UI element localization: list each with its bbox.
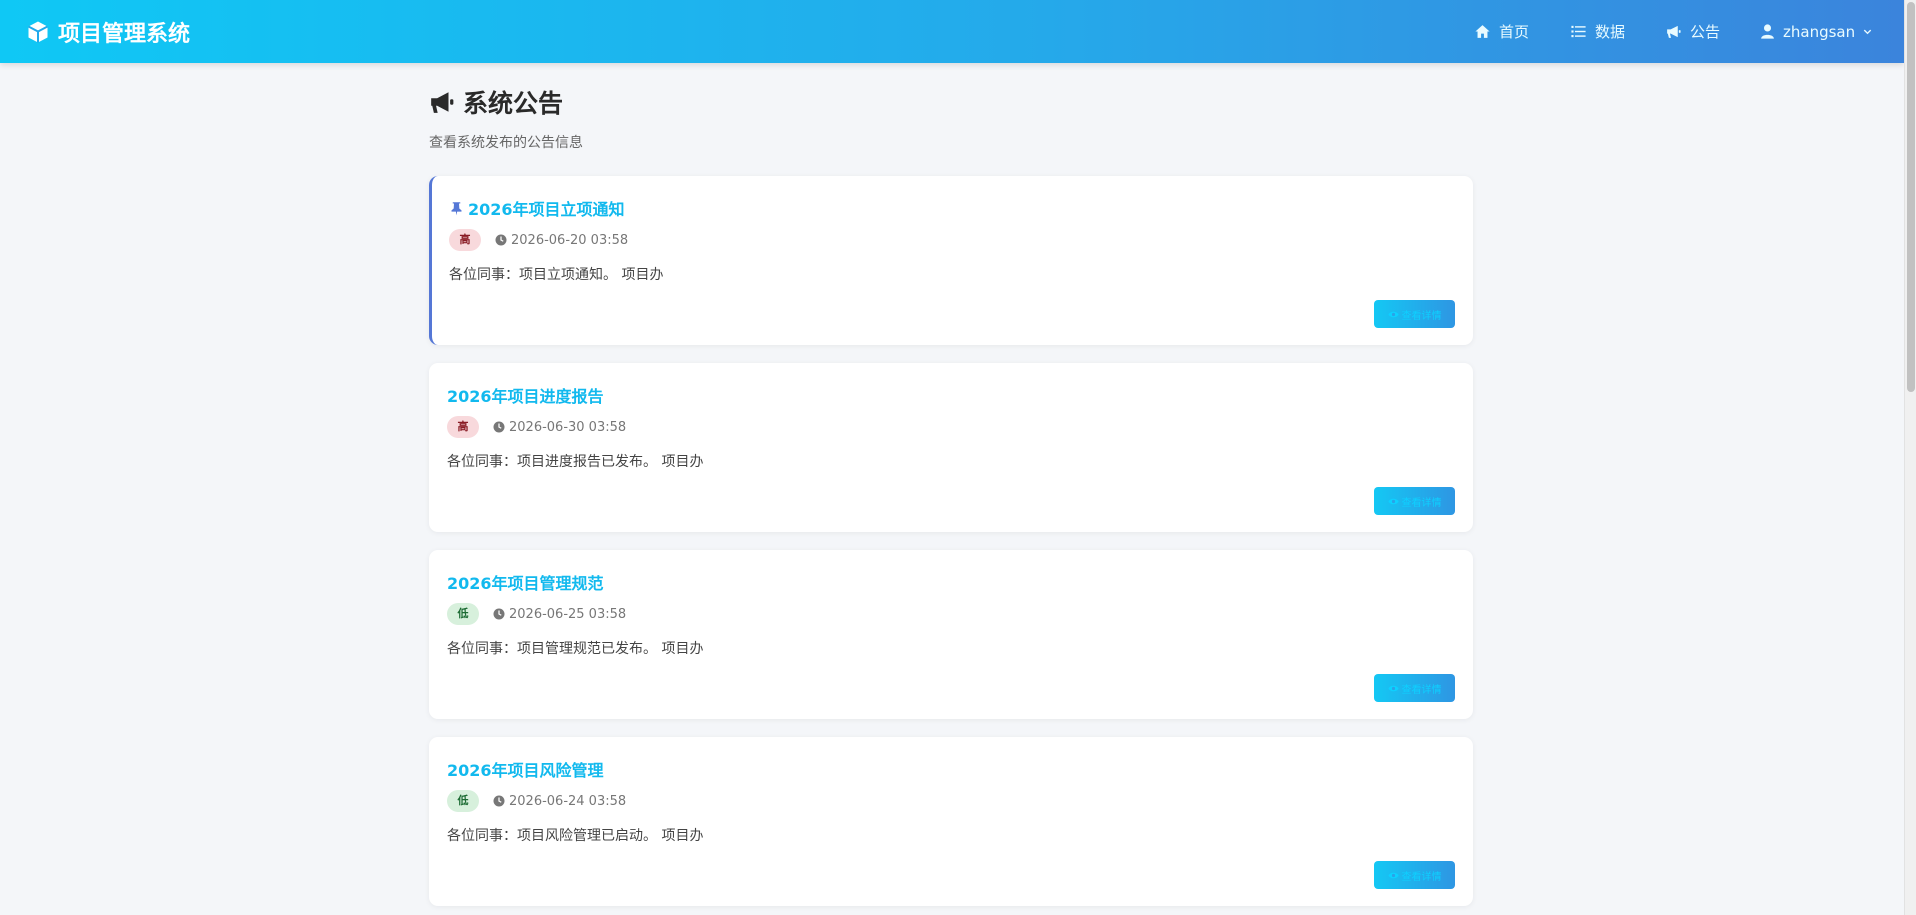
- brand-title: 项目管理系统: [58, 21, 191, 47]
- view-detail-button[interactable]: 查看详情: [1374, 674, 1455, 702]
- notice-title-text: 2026年项目管理规范: [447, 574, 604, 593]
- notice-date: 2026-06-25 03:58: [493, 607, 626, 622]
- page-title-text: 系统公告: [463, 89, 564, 118]
- notice-title-text: 2026年项目立项通知: [468, 200, 625, 219]
- view-detail-button[interactable]: 查看详情: [1374, 300, 1455, 328]
- vertical-scrollbar[interactable]: [1904, 0, 1916, 915]
- notice-title[interactable]: 2026年项目管理规范: [447, 570, 604, 594]
- priority-badge: 低: [447, 603, 479, 625]
- username: zhangsan: [1783, 22, 1856, 41]
- notice-date-text: 2026-06-25 03:58: [509, 606, 627, 622]
- notice-content: 各位同事：项目风险管理已启动。 项目办: [447, 828, 704, 844]
- home-icon: [1475, 25, 1490, 38]
- nav-notice-link[interactable]: 公告: [1665, 0, 1720, 63]
- notice-title[interactable]: 2026年项目风险管理: [447, 757, 604, 781]
- notice-card: 2026年项目风险管理 低 2026-06-24 03:58 各位同事：项目风险…: [429, 737, 1473, 906]
- notice-content: 各位同事：项目进度报告已发布。 项目办: [447, 454, 704, 470]
- notice-card: 2026年项目进度报告 高 2026-06-30 03:58 各位同事：项目进度…: [429, 363, 1473, 532]
- chevron-down-icon: [1863, 29, 1872, 35]
- notice-meta: 高 2026-06-30 03:58: [447, 416, 626, 438]
- user-menu[interactable]: zhangsan: [1759, 0, 1873, 63]
- page-subtitle: 查看系统发布的公告信息: [429, 135, 583, 151]
- notice-title-text: 2026年项目风险管理: [447, 761, 604, 780]
- priority-badge: 高: [449, 229, 481, 251]
- notice-content: 各位同事：项目立项通知。 项目办: [449, 267, 664, 283]
- page-title: 系统公告: [429, 84, 563, 120]
- nav-notice-label: 公告: [1690, 23, 1721, 41]
- cube-icon: [28, 21, 48, 42]
- user-icon: [1761, 24, 1774, 39]
- clock-icon: [493, 421, 505, 433]
- view-detail-button[interactable]: 查看详情: [1374, 861, 1455, 889]
- notice-date-text: 2026-06-24 03:58: [509, 793, 627, 809]
- clock-icon: [493, 608, 505, 620]
- top-navbar: 项目管理系统 首页 数据 公告 zhangsan: [0, 0, 1904, 63]
- notice-content: 各位同事：项目管理规范已发布。 项目办: [447, 641, 704, 657]
- list-icon: [1571, 25, 1586, 38]
- eye-icon: [1387, 685, 1399, 691]
- nav-data-label: 数据: [1595, 23, 1626, 41]
- brand[interactable]: 项目管理系统: [26, 0, 190, 63]
- view-detail-label: 查看详情: [1401, 684, 1442, 696]
- pin-icon: [451, 201, 462, 215]
- notice-title-text: 2026年项目进度报告: [447, 387, 604, 406]
- nav-home-link[interactable]: 首页: [1474, 0, 1529, 63]
- clock-icon: [493, 795, 505, 807]
- view-detail-label: 查看详情: [1401, 497, 1442, 509]
- nav-data-link[interactable]: 数据: [1570, 0, 1625, 63]
- view-detail-label: 查看详情: [1401, 871, 1442, 883]
- megaphone-icon: [431, 92, 454, 113]
- notice-date: 2026-06-20 03:58: [495, 233, 628, 248]
- scrollbar-thumb[interactable]: [1907, 2, 1915, 392]
- notice-card: 2026年项目立项通知 高 2026-06-20 03:58 各位同事：项目立项…: [429, 176, 1473, 345]
- eye-icon: [1387, 311, 1399, 317]
- notice-meta: 低 2026-06-24 03:58: [447, 790, 626, 812]
- eye-icon: [1387, 498, 1399, 504]
- notice-title[interactable]: 2026年项目进度报告: [447, 383, 604, 407]
- notice-title[interactable]: 2026年项目立项通知: [449, 196, 625, 220]
- priority-badge: 高: [447, 416, 479, 438]
- notice-card: 2026年项目管理规范 低 2026-06-25 03:58 各位同事：项目管理…: [429, 550, 1473, 719]
- notice-meta: 高 2026-06-20 03:58: [449, 229, 628, 251]
- notice-date-text: 2026-06-30 03:58: [509, 419, 627, 435]
- view-detail-button[interactable]: 查看详情: [1374, 487, 1455, 515]
- notice-meta: 低 2026-06-25 03:58: [447, 603, 626, 625]
- notice-date-text: 2026-06-20 03:58: [511, 232, 629, 248]
- nav-home-label: 首页: [1499, 23, 1530, 41]
- megaphone-icon: [1667, 25, 1681, 38]
- view-detail-label: 查看详情: [1401, 310, 1442, 322]
- notice-date: 2026-06-24 03:58: [493, 794, 626, 809]
- priority-badge: 低: [447, 790, 479, 812]
- clock-icon: [495, 234, 507, 246]
- eye-icon: [1387, 872, 1399, 878]
- notice-date: 2026-06-30 03:58: [493, 420, 626, 435]
